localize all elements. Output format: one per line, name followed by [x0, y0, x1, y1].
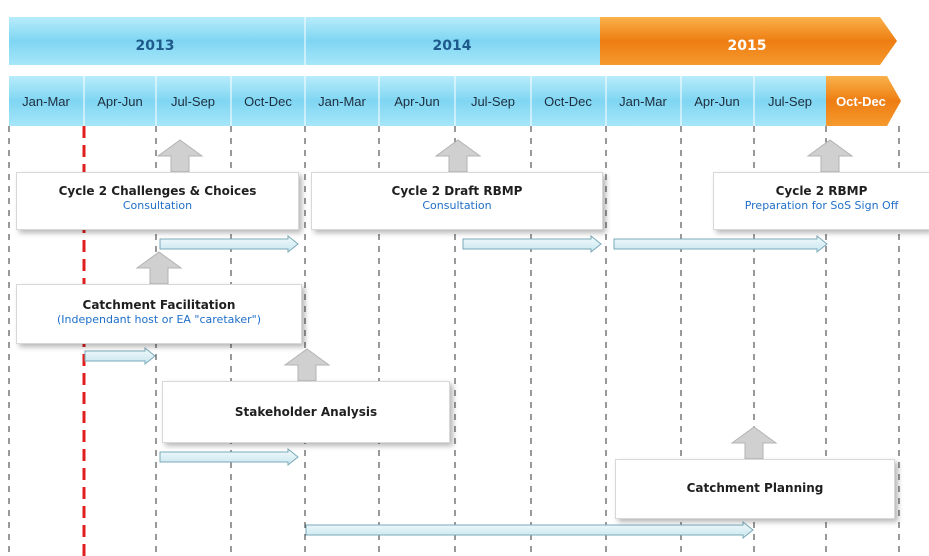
quarter-label: Jul-Sep [171, 94, 215, 109]
duration-arrow [613, 234, 828, 254]
quarter-label: Oct-Dec [544, 94, 592, 109]
catchment-facilitation-box: Catchment Facilitation (Independant host… [16, 284, 302, 344]
quarter-label: Jan-Mar [619, 94, 667, 109]
year-label-2014: 2014 [433, 38, 472, 54]
box-title: Cycle 2 Challenges & Choices [58, 184, 257, 198]
quarter-label: Apr-Jun [97, 94, 143, 109]
year-label-2015: 2015 [728, 38, 767, 54]
box-title: Catchment Planning [686, 481, 824, 495]
box-title: Catchment Facilitation [82, 298, 236, 312]
box-subtitle: Consultation [422, 199, 492, 212]
year-bar: 2013 2014 2015 [9, 17, 897, 65]
duration-arrow [159, 447, 299, 467]
cycle2-challenges-choices-box: Cycle 2 Challenges & Choices Consultatio… [16, 172, 299, 230]
cycle2-rbmp-box: Cycle 2 RBMP Preparation for SoS Sign Of… [713, 172, 929, 230]
box-title: Stakeholder Analysis [234, 405, 378, 419]
up-arrow-icon [434, 139, 482, 173]
box-title: Cycle 2 Draft RBMP [391, 184, 523, 198]
box-subtitle: Consultation [122, 199, 193, 212]
duration-arrow [305, 520, 754, 540]
duration-arrow [84, 346, 156, 366]
up-arrow-icon [135, 251, 183, 285]
quarter-bar: Jan-Mar Apr-Jun Jul-Sep Oct-Dec Jan-Mar … [9, 76, 901, 126]
up-arrow-icon [156, 139, 204, 173]
up-arrow-icon [806, 139, 854, 173]
box-title: Cycle 2 RBMP [775, 184, 868, 198]
duration-arrow [462, 234, 602, 254]
up-arrow-icon [283, 348, 331, 382]
quarter-label: Jan-Mar [22, 94, 70, 109]
year-label-2013: 2013 [136, 38, 175, 54]
quarter-label: Jan-Mar [318, 94, 366, 109]
duration-arrow [159, 234, 299, 254]
cycle2-draft-rbmp-box: Cycle 2 Draft RBMP Consultation [311, 172, 603, 230]
quarter-label: Oct-Dec [244, 94, 292, 109]
quarter-label: Jul-Sep [471, 94, 515, 109]
box-subtitle: (Independant host or EA "caretaker") [56, 313, 261, 326]
catchment-planning-box: Catchment Planning [615, 459, 895, 519]
up-arrow-icon [730, 426, 778, 460]
quarter-label: Apr-Jun [394, 94, 440, 109]
quarter-label: Apr-Jun [694, 94, 740, 109]
box-subtitle: Preparation for SoS Sign Off [744, 199, 899, 212]
stakeholder-analysis-box: Stakeholder Analysis [162, 381, 450, 443]
quarter-label: Jul-Sep [768, 94, 812, 109]
quarter-label: Oct-Dec [836, 94, 886, 109]
